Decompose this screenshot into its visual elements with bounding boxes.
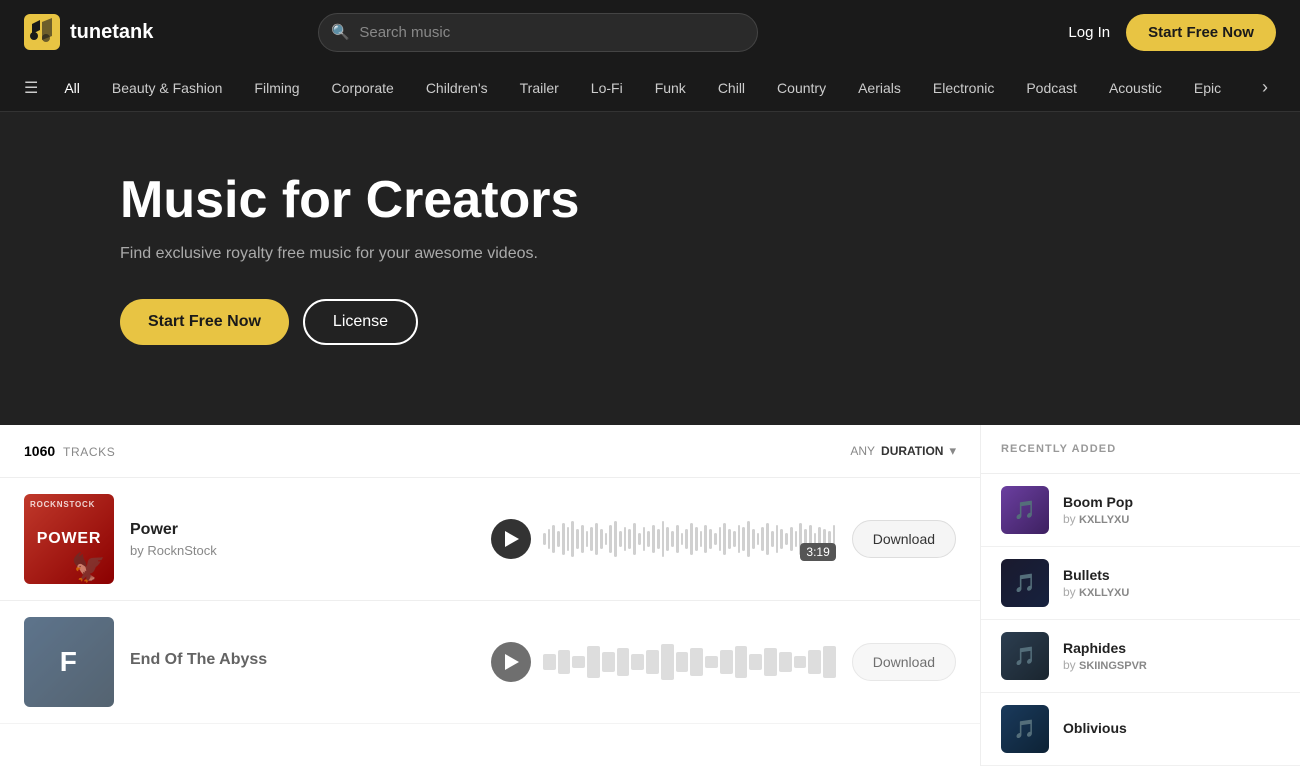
- sidebar-thumb-boom-pop: 🎵: [1001, 486, 1049, 534]
- sidebar-track-artist-raphides: by SKIINGSPVR: [1063, 658, 1147, 672]
- sidebar-thumb-bullets: 🎵: [1001, 559, 1049, 607]
- sidebar-track-info-bullets: Bullets by KXLLYXU: [1063, 567, 1129, 599]
- track-player-power: 3:19: [491, 519, 836, 559]
- search-icon: 🔍: [331, 23, 350, 41]
- download-button-power[interactable]: Download: [852, 520, 956, 558]
- nav-item-childrens[interactable]: Children's: [412, 74, 502, 102]
- nav-item-beauty-fashion[interactable]: Beauty & Fashion: [98, 74, 237, 102]
- logo-icon: [24, 14, 60, 50]
- track-item-power: ROCKNSTOCK POWER 🦅 Power by RocknStock 3…: [0, 478, 980, 601]
- logo[interactable]: tunetank: [24, 14, 153, 50]
- sidebar-item-bullets[interactable]: 🎵 Bullets by KXLLYXU: [981, 547, 1300, 620]
- nav-item-podcast[interactable]: Podcast: [1012, 74, 1091, 102]
- nav-item-trailer[interactable]: Trailer: [506, 74, 573, 102]
- duration-any-label: ANY: [850, 444, 875, 458]
- track-thumb-power: ROCKNSTOCK POWER 🦅: [24, 494, 114, 584]
- track-player-abyss: [491, 642, 836, 682]
- thumb-brand-label: ROCKNSTOCK: [30, 500, 95, 509]
- sidebar-track-name-raphides: Raphides: [1063, 640, 1147, 656]
- start-free-hero-button[interactable]: Start Free Now: [120, 299, 289, 345]
- download-button-abyss[interactable]: Download: [852, 643, 956, 681]
- track-item-abyss: F End Of The Abyss Download: [0, 601, 980, 724]
- nav-item-country[interactable]: Country: [763, 74, 840, 102]
- login-button[interactable]: Log In: [1068, 24, 1110, 41]
- tracks-area: 1060 TRACKS ANY DURATION ▾ ROCKNSTOCK PO…: [0, 425, 980, 766]
- sidebar-item-boom-pop[interactable]: 🎵 Boom Pop by KXLLYXU: [981, 474, 1300, 547]
- waveform-bars-power: [543, 519, 836, 559]
- nav-item-chill[interactable]: Chill: [704, 74, 759, 102]
- header: tunetank 🔍 Log In Start Free Now: [0, 0, 1300, 64]
- start-free-header-button[interactable]: Start Free Now: [1126, 14, 1276, 51]
- waveform-abyss[interactable]: [543, 642, 836, 682]
- sidebar-item-raphides[interactable]: 🎵 Raphides by SKIINGSPVR: [981, 620, 1300, 693]
- nav-item-filming[interactable]: Filming: [240, 74, 313, 102]
- waveform-power[interactable]: 3:19: [543, 519, 836, 559]
- hero-subtitle: Find exclusive royalty free music for yo…: [120, 245, 1180, 263]
- nav-scroll-right-button[interactable]: ›: [1254, 73, 1276, 102]
- license-button[interactable]: License: [303, 299, 418, 345]
- nav-item-all[interactable]: All: [50, 74, 94, 102]
- category-nav: ☰ All Beauty & Fashion Filming Corporate…: [0, 64, 1300, 112]
- track-name-power: Power: [130, 521, 475, 539]
- hero-buttons: Start Free Now License: [120, 299, 1180, 345]
- sidebar-title: RECENTLY ADDED: [1001, 443, 1280, 455]
- sidebar-track-info-boom-pop: Boom Pop by KXLLYXU: [1063, 494, 1133, 526]
- sidebar-thumb-oblivious: 🎵: [1001, 705, 1049, 753]
- tracks-number: 1060: [24, 443, 55, 459]
- nav-item-aerials[interactable]: Aerials: [844, 74, 915, 102]
- waveform-bars-abyss: [543, 642, 836, 682]
- tracks-label: TRACKS: [63, 445, 115, 459]
- thumb-figure: 🦅: [71, 551, 106, 584]
- tracks-header: 1060 TRACKS ANY DURATION ▾: [0, 425, 980, 478]
- track-info-abyss: End Of The Abyss: [130, 651, 475, 673]
- sidebar-track-name-oblivious: Oblivious: [1063, 720, 1127, 736]
- menu-icon[interactable]: ☰: [24, 78, 38, 98]
- track-duration-power: 3:19: [800, 543, 835, 561]
- nav-item-epic[interactable]: Epic: [1180, 74, 1235, 102]
- track-info-power: Power by RocknStock: [130, 521, 475, 558]
- tracks-count: 1060 TRACKS: [24, 443, 115, 459]
- duration-label: DURATION: [881, 444, 943, 458]
- sidebar-item-oblivious[interactable]: 🎵 Oblivious: [981, 693, 1300, 766]
- sidebar: RECENTLY ADDED 🎵 Boom Pop by KXLLYXU 🎵 B…: [980, 425, 1300, 766]
- thumb-track-title: POWER: [37, 531, 101, 547]
- sidebar-track-info-oblivious: Oblivious: [1063, 720, 1127, 738]
- sidebar-track-info-raphides: Raphides by SKIINGSPVR: [1063, 640, 1147, 672]
- hero-section: Music for Creators Find exclusive royalt…: [0, 112, 1300, 425]
- search-input[interactable]: [318, 13, 758, 52]
- play-button-abyss[interactable]: [491, 642, 531, 682]
- sidebar-track-name-bullets: Bullets: [1063, 567, 1129, 583]
- nav-item-electronic[interactable]: Electronic: [919, 74, 1008, 102]
- main-content: 1060 TRACKS ANY DURATION ▾ ROCKNSTOCK PO…: [0, 425, 1300, 766]
- nav-item-lofi[interactable]: Lo-Fi: [577, 74, 637, 102]
- track-name-abyss: End Of The Abyss: [130, 651, 475, 669]
- search-bar: 🔍: [318, 13, 758, 52]
- track-thumb-abyss: F: [24, 617, 114, 707]
- nav-item-corporate[interactable]: Corporate: [318, 74, 408, 102]
- track-artist-power: by RocknStock: [130, 543, 475, 558]
- logo-text: tunetank: [70, 21, 153, 44]
- nav-item-funk[interactable]: Funk: [641, 74, 700, 102]
- header-right: Log In Start Free Now: [1068, 14, 1276, 51]
- sidebar-track-artist-bullets: by KXLLYXU: [1063, 585, 1129, 599]
- sidebar-header: RECENTLY ADDED: [981, 425, 1300, 474]
- play-button-power[interactable]: [491, 519, 531, 559]
- duration-filter[interactable]: ANY DURATION ▾: [850, 443, 956, 459]
- sidebar-track-name-boom-pop: Boom Pop: [1063, 494, 1133, 510]
- hero-title: Music for Creators: [120, 172, 1180, 229]
- nav-item-acoustic[interactable]: Acoustic: [1095, 74, 1176, 102]
- duration-chevron-icon: ▾: [949, 443, 956, 459]
- thumb-abyss-title: F: [60, 648, 79, 676]
- sidebar-track-artist-boom-pop: by KXLLYXU: [1063, 512, 1133, 526]
